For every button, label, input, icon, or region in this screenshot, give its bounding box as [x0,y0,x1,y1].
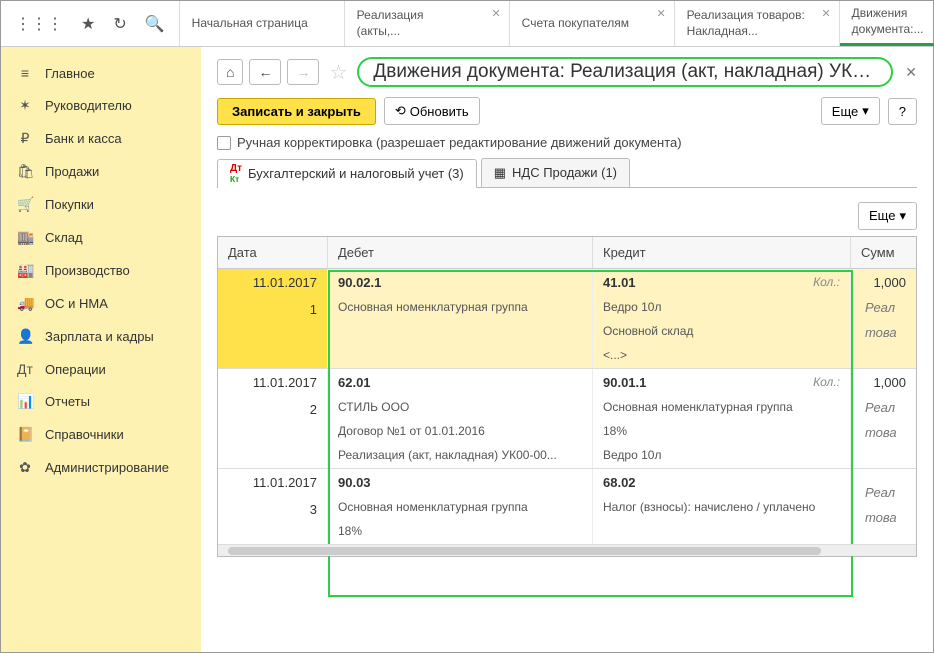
sidebar-label: Склад [45,230,83,245]
sidebar-item[interactable]: 👤 Зарплата и кадры [1,320,201,353]
sidebar-item[interactable]: 📊 Отчеты [1,385,201,418]
page-title: Движения документа: Реализация (акт, нак… [357,57,893,87]
grid-body: 11.01.20171 90.02.1Основная номенклатурн… [218,269,916,544]
sidebar-label: Главное [45,66,95,81]
top-tabs: Начальная страницаРеализация(акты,...✕Сч… [180,1,934,46]
sidebar-item[interactable]: 🛒 Покупки [1,188,201,221]
sidebar-icon: 📔 [17,426,33,443]
sidebar-label: Справочники [45,427,124,442]
sidebar-item[interactable]: 🚚 ОС и НМА [1,287,201,320]
inner-tab[interactable]: ▦НДС Продажи (1) [481,158,630,187]
sidebar-item[interactable]: 🛍 Продажи [1,155,201,188]
grid-header: Дата Дебет Кредит Сумм [218,237,916,269]
history-icon[interactable]: ↻ [113,14,126,34]
sidebar: ≡ Главное ✶ Руководителю ₽ Банк и касса 🛍 Прода… [1,47,201,652]
manual-checkbox[interactable] [217,136,231,150]
back-button[interactable]: ← [249,59,281,85]
sidebar-item[interactable]: Дт Операции [1,353,201,385]
sidebar-item[interactable]: ₽ Банк и касса [1,122,201,155]
inner-tab[interactable]: ДтКтБухгалтерский и налоговый учет (3) [217,159,477,188]
sidebar-icon: 👤 [17,328,33,345]
top-tab[interactable]: Реализация(акты,...✕ [345,1,510,46]
sidebar-item[interactable]: 🏬 Склад [1,221,201,254]
top-tab[interactable]: Начальная страница [180,1,345,46]
sidebar-label: Руководителю [45,98,132,113]
sidebar-label: Операции [45,362,106,377]
table-row[interactable]: 11.01.20173 90.03Основная номенклатурная… [218,469,916,544]
doc-icon: ▦ [494,165,506,181]
sidebar-icon: 🏭 [17,262,33,279]
sidebar-icon: ₽ [17,130,33,147]
forward-button[interactable]: → [287,59,319,85]
h-scrollbar[interactable] [218,544,916,556]
dtkt-icon: ДтКт [230,165,242,183]
chevron-down-icon: ▾ [862,103,869,119]
grid-more-button[interactable]: Еще ▾ [858,202,917,230]
header-row: ⌂ ← → ☆ Движения документа: Реализация (… [217,57,917,87]
close-icon[interactable]: ✕ [905,64,917,81]
sidebar-label: Покупки [45,197,94,212]
col-credit[interactable]: Кредит [593,237,851,268]
sidebar-item[interactable]: ✿ Администрирование [1,451,201,484]
sidebar-icon: 🚚 [17,295,33,312]
sidebar-label: Производство [45,263,130,278]
top-tab[interactable]: Движениядокумента:...✕ [840,1,934,46]
actions-row: Записать и закрыть ⟲Обновить Еще ▾ ? [217,97,917,125]
more-button[interactable]: Еще ▾ [821,97,880,125]
tab-close-icon[interactable]: ✕ [821,7,830,21]
col-debit[interactable]: Дебет [328,237,593,268]
sidebar-label: Банк и касса [45,131,122,146]
refresh-icon: ⟲ [395,103,406,119]
home-button[interactable]: ⌂ [217,59,243,85]
sidebar-item[interactable]: 📔 Справочники [1,418,201,451]
sidebar-icon: 🏬 [17,229,33,246]
col-sum[interactable]: Сумм [851,237,916,268]
sidebar-item[interactable]: ✶ Руководителю [1,89,201,122]
top-tab[interactable]: Реализация товаров:Накладная...✕ [675,1,840,46]
col-date[interactable]: Дата [218,237,328,268]
sidebar-icon: 🛍 [17,163,33,180]
table-row[interactable]: 11.01.20171 90.02.1Основная номенклатурн… [218,269,916,369]
tab-close-icon[interactable]: ✕ [656,7,665,21]
search-icon[interactable]: 🔍 [145,14,165,34]
sidebar-label: Зарплата и кадры [45,329,154,344]
sidebar-icon: 🛒 [17,196,33,213]
sidebar-label: Продажи [45,164,99,179]
sidebar-icon: 📊 [17,393,33,410]
manual-label: Ручная корректировка (разрешает редактир… [237,135,682,150]
favorite-icon[interactable]: ☆ [329,60,347,85]
tool-icons: ⋮⋮⋮ ★ ↻ 🔍 [1,1,180,46]
star-icon[interactable]: ★ [81,14,95,34]
content: ⌂ ← → ☆ Движения документа: Реализация (… [201,47,933,652]
sidebar-item[interactable]: 🏭 Производство [1,254,201,287]
top-bar: ⋮⋮⋮ ★ ↻ 🔍 Начальная страницаРеализация(а… [1,1,933,47]
top-tab[interactable]: Счета покупателям✕ [510,1,675,46]
grid: Дата Дебет Кредит Сумм 11.01.20171 90.02… [217,236,917,557]
tab-close-icon[interactable]: ✕ [491,7,500,21]
sidebar-label: ОС и НМА [45,296,108,311]
sidebar-icon: ≡ [17,65,33,81]
sidebar-icon: ✶ [17,97,33,114]
save-close-button[interactable]: Записать и закрыть [217,98,376,125]
sidebar-label: Администрирование [45,460,169,475]
sidebar-icon: ✿ [17,459,33,476]
apps-icon[interactable]: ⋮⋮⋮ [15,14,63,34]
chevron-down-icon: ▾ [899,208,906,224]
inner-tabs: ДтКтБухгалтерский и налоговый учет (3)▦Н… [217,158,917,188]
sidebar-icon: Дт [17,361,33,377]
manual-correction-row: Ручная корректировка (разрешает редактир… [217,135,917,150]
sidebar-label: Отчеты [45,394,90,409]
sidebar-item[interactable]: ≡ Главное [1,57,201,89]
table-row[interactable]: 11.01.20172 62.01СТИЛЬ ОООДоговор №1 от … [218,369,916,469]
grid-toolbar: Еще ▾ [217,202,917,230]
refresh-button[interactable]: ⟲Обновить [384,97,480,125]
help-button[interactable]: ? [888,98,917,125]
